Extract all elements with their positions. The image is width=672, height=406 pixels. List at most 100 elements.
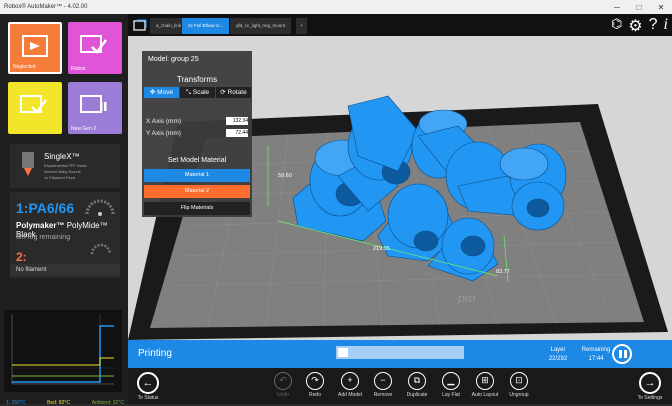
head-desc-line: Experimental FFF Head [44,163,87,168]
x-axis-row: X Axis (mm) [146,117,250,125]
back-arrow-icon: ← [137,372,159,394]
ungroup-label: Ungroup [509,392,529,398]
dimension-width-label: 219.25 [373,246,390,252]
y-axis-row: Y Axis (mm) [146,129,250,137]
print-status-bar: Printing Layer 22/292 Remaining 17:44 [128,340,672,368]
remaining-value: 17:44 [588,356,604,362]
material1-button[interactable]: Material 1 [144,169,250,182]
head-name: SingleX™ [44,152,80,161]
temperature-readouts: 1: 250°C Bed: 82°C Ambient: 32°C [6,400,124,406]
set-material-heading: Set Model Material [167,157,227,164]
to-status-button[interactable]: ← To Status [128,372,168,401]
temperature-graph [4,310,122,392]
print-head-icon [22,152,34,176]
printer-tile-new-gen-2[interactable]: New Gen 2 [68,82,122,134]
printer-tile-label: Neglected [13,64,36,70]
rotate-tool-button[interactable]: ⟳ Rotate [216,87,251,98]
layer-readout: Layer 22/292 [538,346,578,364]
maximize-button[interactable]: □ [628,3,650,12]
model-transform-panel: Model: group 25 Transforms ✥ Move ⤡ Scal… [142,51,252,217]
nozzle-temp: 1: 250°C [6,400,26,406]
printer-check-icon [80,35,107,54]
add-model-button[interactable]: + Add Model [333,372,367,398]
dimension-height-label: 59.60 [278,173,292,179]
auto-layout-label: Auto Layout [471,392,499,398]
material-card: 1:PA6/66 Polymaker™ PolyMide™ Black 0m /… [10,192,120,278]
help-icon[interactable]: ? [649,16,658,36]
minimize-button[interactable]: ─ [606,3,628,12]
duplicate-icon: ⧉ [408,372,426,390]
transforms-heading: Transforms [176,75,218,84]
hide-icon[interactable]: ⌬ [611,16,622,36]
lay-flat-button[interactable]: ▁ Lay Flat [434,372,468,398]
x-axis-label: X Axis (mm) [146,118,182,125]
material1-brand: Polymaker™ [16,221,65,230]
remove-button[interactable]: − Remove [366,372,400,398]
ungroup-icon: ⊡ [510,372,528,390]
tab-project-active[interactable]: 2x Full Elbow cr... [182,18,230,34]
project-tabs: a_chain_link 2x Full Elbow cr... qfd_cc_… [128,14,672,36]
y-axis-label: Y Axis (mm) [146,130,181,137]
tab-project[interactable]: qfd_cc_light_ring_mount [230,18,292,34]
dimension-depth-label: 83.77 [496,269,510,275]
auto-layout-icon: ⊞ [476,372,494,390]
y-axis-input[interactable] [226,129,248,137]
flip-materials-button[interactable]: Flip Materials [144,202,250,215]
print-status-label: Printing [138,348,172,359]
add-model-icon: + [341,372,359,390]
tab-add[interactable]: + [296,18,307,34]
scale-tool-button[interactable]: ⤡ Scale [180,87,215,98]
remove-label: Remove [373,392,393,398]
undo-label: Undo [277,392,289,398]
pause-button[interactable] [612,344,632,364]
duplicate-button[interactable]: ⧉ Duplicate [400,372,434,398]
bed-temp: Bed: 82°C [47,400,71,406]
to-settings-button[interactable]: → To Settings [630,372,670,401]
x-axis-input[interactable] [226,117,248,125]
head-info-card: SingleX™ Experimental FFF Head Internal … [10,144,120,188]
lay-flat-icon: ▁ [442,372,460,390]
spool-gauge-icon [85,199,115,216]
gear-icon[interactable]: ⚙ [628,16,642,36]
material1-slot: 1:PA6/66 [16,200,75,216]
to-status-label: To Status [137,395,159,401]
print-progress-bar [336,346,464,359]
forward-arrow-icon: → [639,372,661,394]
duplicate-label: Duplicate [406,392,428,398]
move-tool-button[interactable]: ✥ Move [144,87,179,98]
printer-tile-label: New Gen 2 [71,126,97,132]
close-button[interactable]: ✕ [650,3,672,12]
ungroup-button[interactable]: ⊡ Ungroup [502,372,536,398]
auto-layout-button[interactable]: ⊞ Auto Layout [468,372,502,398]
printer-tile-label: Robox [71,66,86,72]
transform-tools: ✥ Move ⤡ Scale ⟳ Rotate [144,87,252,98]
top-icon-group: ⌬ ⚙ ? i [611,16,668,36]
redo-icon: ↷ [306,372,324,390]
window-title: Robox® AutoMaker™ - 4.02.00 [4,4,88,10]
projects-icon[interactable] [132,17,148,33]
redo-label: Redo [309,392,321,398]
lay-flat-label: Lay Flat [442,392,460,398]
info-icon[interactable]: i [664,16,668,36]
material1-remaining: 0m /0g remaining [16,234,71,241]
status-sidebar: Neglected Robox New Gen 2 SingleX™ Exper… [0,14,128,406]
printer-tile-neglected[interactable]: Neglected [8,22,62,74]
printer-tile-robox[interactable]: Robox [68,22,122,74]
spool-gauge-icon [90,243,112,255]
material2-status: No filament [10,264,120,276]
printer-tile-yellow[interactable] [8,82,62,134]
ambient-temp: Ambient: 32°C [91,400,124,406]
redo-button[interactable]: ↷ Redo [298,372,332,398]
bottom-toolbar: ← To Status ↶ Undo ↷ Redo + Add Model − … [128,368,672,404]
undo-icon: ↶ [274,372,292,390]
scale-tool-label: Scale [192,89,210,96]
material2-slot: 2: [16,250,27,264]
bed-logo: pro [457,291,476,305]
temperature-graph-svg [11,314,114,385]
printer-check-icon [20,95,47,114]
remove-icon: − [374,372,392,390]
layer-value: 22/292 [548,356,568,362]
undo-button[interactable]: ↶ Undo [266,372,300,398]
material2-button[interactable]: Material 2 [144,185,250,198]
head-desc-line: 1x Filament Feed [44,175,75,180]
